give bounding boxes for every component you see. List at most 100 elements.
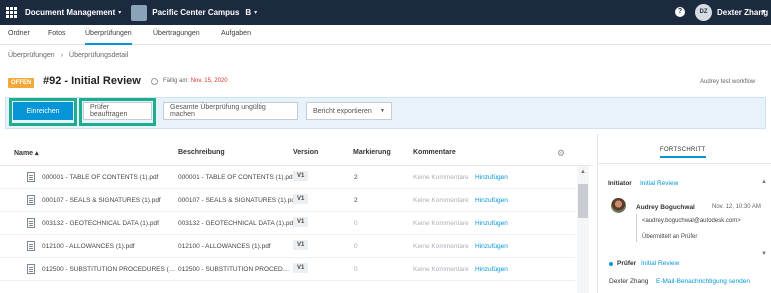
tab-ordner[interactable]: Ordner: [8, 30, 30, 37]
scroll-down-icon[interactable]: ▼: [761, 251, 767, 257]
tab-fotos[interactable]: Fotos: [48, 30, 66, 37]
scroll-up-icon[interactable]: ▲: [761, 179, 767, 185]
app-name[interactable]: Document Management: [25, 8, 115, 17]
page-title: #92 - Initial Review: [43, 75, 141, 87]
reviewer-name: Dexter Zhang: [609, 278, 649, 285]
due-date: Fällig am: Nov. 15, 2020: [163, 78, 228, 84]
initiator-name: Audrey Boguchwal: [636, 204, 695, 211]
table-row[interactable]: 012100 - ALLOWANCES (1).pdf 012100 - ALL…: [0, 235, 575, 258]
pdf-file-icon: [27, 264, 35, 274]
row-comments: Keine Kommentare: [413, 243, 469, 250]
column-name-label: Name: [14, 150, 34, 157]
assign-reviewer-button[interactable]: Prüfer beauftragen: [83, 102, 152, 120]
row-comments: Keine Kommentare: [413, 174, 469, 181]
chevron-down-icon[interactable]: ▾: [118, 9, 121, 16]
export-report-label: Bericht exportieren: [313, 107, 372, 115]
column-version[interactable]: Version: [293, 149, 318, 156]
add-comment-link[interactable]: Hinzufügen: [475, 174, 508, 181]
reviewer-step: Initial Review: [641, 260, 680, 267]
chevron-down-icon: ▼: [380, 108, 385, 114]
initiator-email: <audrey.boguchwal@autodesk.com>: [642, 218, 741, 224]
progress-panel-header: FORTSCHRITT: [598, 134, 771, 164]
pdf-file-icon: [27, 172, 35, 182]
pdf-file-icon: [27, 195, 35, 205]
column-markup[interactable]: Markierung: [353, 149, 391, 156]
review-header: OFFEN #92 - Initial Review Fällig am: No…: [0, 70, 771, 94]
version-badge[interactable]: V1: [293, 240, 309, 250]
due-label: Fällig am:: [163, 78, 190, 84]
timeline-line: [636, 214, 637, 242]
row-name[interactable]: 000107 - SEALS & SIGNATURES (1).pdf: [42, 197, 161, 204]
version-badge[interactable]: V1: [293, 263, 309, 273]
table-row[interactable]: 003132 - GEOTECHNICAL DATA (1).pdf 00313…: [0, 212, 575, 235]
pdf-file-icon: [27, 241, 35, 251]
breadcrumb-current: Überprüfungsdetail: [69, 52, 129, 59]
add-comment-link[interactable]: Hinzufügen: [475, 197, 508, 204]
invalidate-review-button[interactable]: Gesamte Überprüfung ungültig machen: [163, 102, 298, 120]
add-comment-link[interactable]: Hinzufügen: [475, 266, 508, 273]
top-bar: Document Management ▾ Pacific Center Cam…: [0, 0, 771, 25]
initiator-time: Nov. 12, 10:30 AM: [712, 204, 761, 210]
tab-aufgaben[interactable]: Aufgaben: [221, 30, 251, 37]
progress-panel: FORTSCHRITT ▲ Initiator Initial Review A…: [597, 134, 771, 293]
user-name[interactable]: Dexter Zhang: [717, 8, 768, 17]
version-badge[interactable]: V1: [293, 194, 309, 204]
project-name[interactable]: Pacific Center Campus: [152, 8, 239, 17]
column-description[interactable]: Beschreibung: [178, 149, 225, 156]
row-comments: Keine Kommentare: [413, 266, 469, 273]
breadcrumb-reviews[interactable]: Überprüfungen: [8, 52, 55, 59]
tab-uebertragungen[interactable]: Übertragungen: [153, 30, 200, 37]
chevron-down-icon[interactable]: ▾: [762, 8, 765, 15]
add-comment-link[interactable]: Hinzufügen: [475, 220, 508, 227]
table-row[interactable]: 000107 - SEALS & SIGNATURES (1).pdf 0001…: [0, 189, 575, 212]
row-markup: 0: [354, 243, 358, 250]
row-name[interactable]: 000001 - TABLE OF CONTENTS (1).pdf: [42, 174, 158, 181]
column-name[interactable]: Name ▴: [14, 149, 39, 157]
clock-icon: [151, 78, 158, 85]
gear-icon[interactable]: ⚙: [557, 148, 565, 159]
row-name[interactable]: 012100 - ALLOWANCES (1).pdf: [42, 243, 135, 250]
row-description: 012500 - SUBSTITUTION PROCED…: [178, 266, 290, 273]
breadcrumb: Überprüfungen › Überprüfungsdetail: [8, 52, 128, 59]
status-badge: OFFEN: [8, 78, 35, 88]
table-scrollbar[interactable]: ▲: [577, 166, 589, 293]
row-markup: 2: [354, 174, 358, 181]
tab-ueberpruefungen[interactable]: Überprüfungen: [85, 30, 132, 45]
row-description: 000001 - TABLE OF CONTENTS (1).pdf: [178, 174, 295, 181]
scrollbar-thumb[interactable]: [578, 184, 588, 218]
due-date-value: Nov. 15, 2020: [190, 78, 228, 84]
column-comments[interactable]: Kommentare: [413, 149, 456, 156]
table-row[interactable]: 012500 - SUBSTITUTION PROCEDURES (… 0125…: [0, 258, 575, 281]
app-grid-icon[interactable]: [6, 6, 18, 19]
row-markup: 2: [354, 197, 358, 204]
row-name[interactable]: 012500 - SUBSTITUTION PROCEDURES (…: [42, 266, 175, 273]
row-description: 000107 - SEALS & SIGNATURES (1).pdf: [178, 197, 297, 204]
avatar[interactable]: DZ: [695, 4, 712, 21]
workflow-name: Audrey test workflow: [700, 79, 756, 85]
send-email-link[interactable]: E-Mail-Benachrichtigung senden: [656, 278, 750, 285]
submit-button[interactable]: Einreichen: [13, 102, 73, 120]
row-name[interactable]: 003132 - GEOTECHNICAL DATA (1).pdf: [42, 220, 159, 227]
project-badge: B: [245, 8, 252, 17]
chevron-down-icon[interactable]: ▾: [254, 9, 257, 16]
row-markup: 0: [354, 266, 358, 273]
table-header: Name ▴ Beschreibung Version Markierung K…: [0, 140, 593, 166]
version-badge[interactable]: V1: [293, 171, 309, 181]
initiator-label: Initiator: [608, 180, 632, 187]
reviewer-step-dot: [609, 262, 613, 266]
version-badge[interactable]: V1: [293, 217, 309, 227]
help-icon[interactable]: ?: [675, 7, 685, 17]
breadcrumb-separator: ›: [60, 52, 64, 59]
project-thumbnail[interactable]: [131, 4, 148, 21]
row-description: 003132 - GEOTECHNICAL DATA (1).pdf: [178, 220, 295, 227]
sort-asc-icon: ▴: [35, 150, 39, 157]
row-description: 012100 - ALLOWANCES (1).pdf: [178, 243, 271, 250]
main-tabs: Ordner Fotos Überprüfungen Übertragungen…: [0, 25, 771, 45]
table-row[interactable]: 000001 - TABLE OF CONTENTS (1).pdf 00000…: [0, 166, 575, 189]
row-comments: Keine Kommentare: [413, 197, 469, 204]
scroll-up-icon[interactable]: ▲: [580, 169, 586, 175]
row-markup: 0: [354, 220, 358, 227]
export-report-dropdown[interactable]: Bericht exportieren ▼: [306, 102, 392, 120]
tab-progress[interactable]: FORTSCHRITT: [660, 147, 706, 158]
add-comment-link[interactable]: Hinzufügen: [475, 243, 508, 250]
